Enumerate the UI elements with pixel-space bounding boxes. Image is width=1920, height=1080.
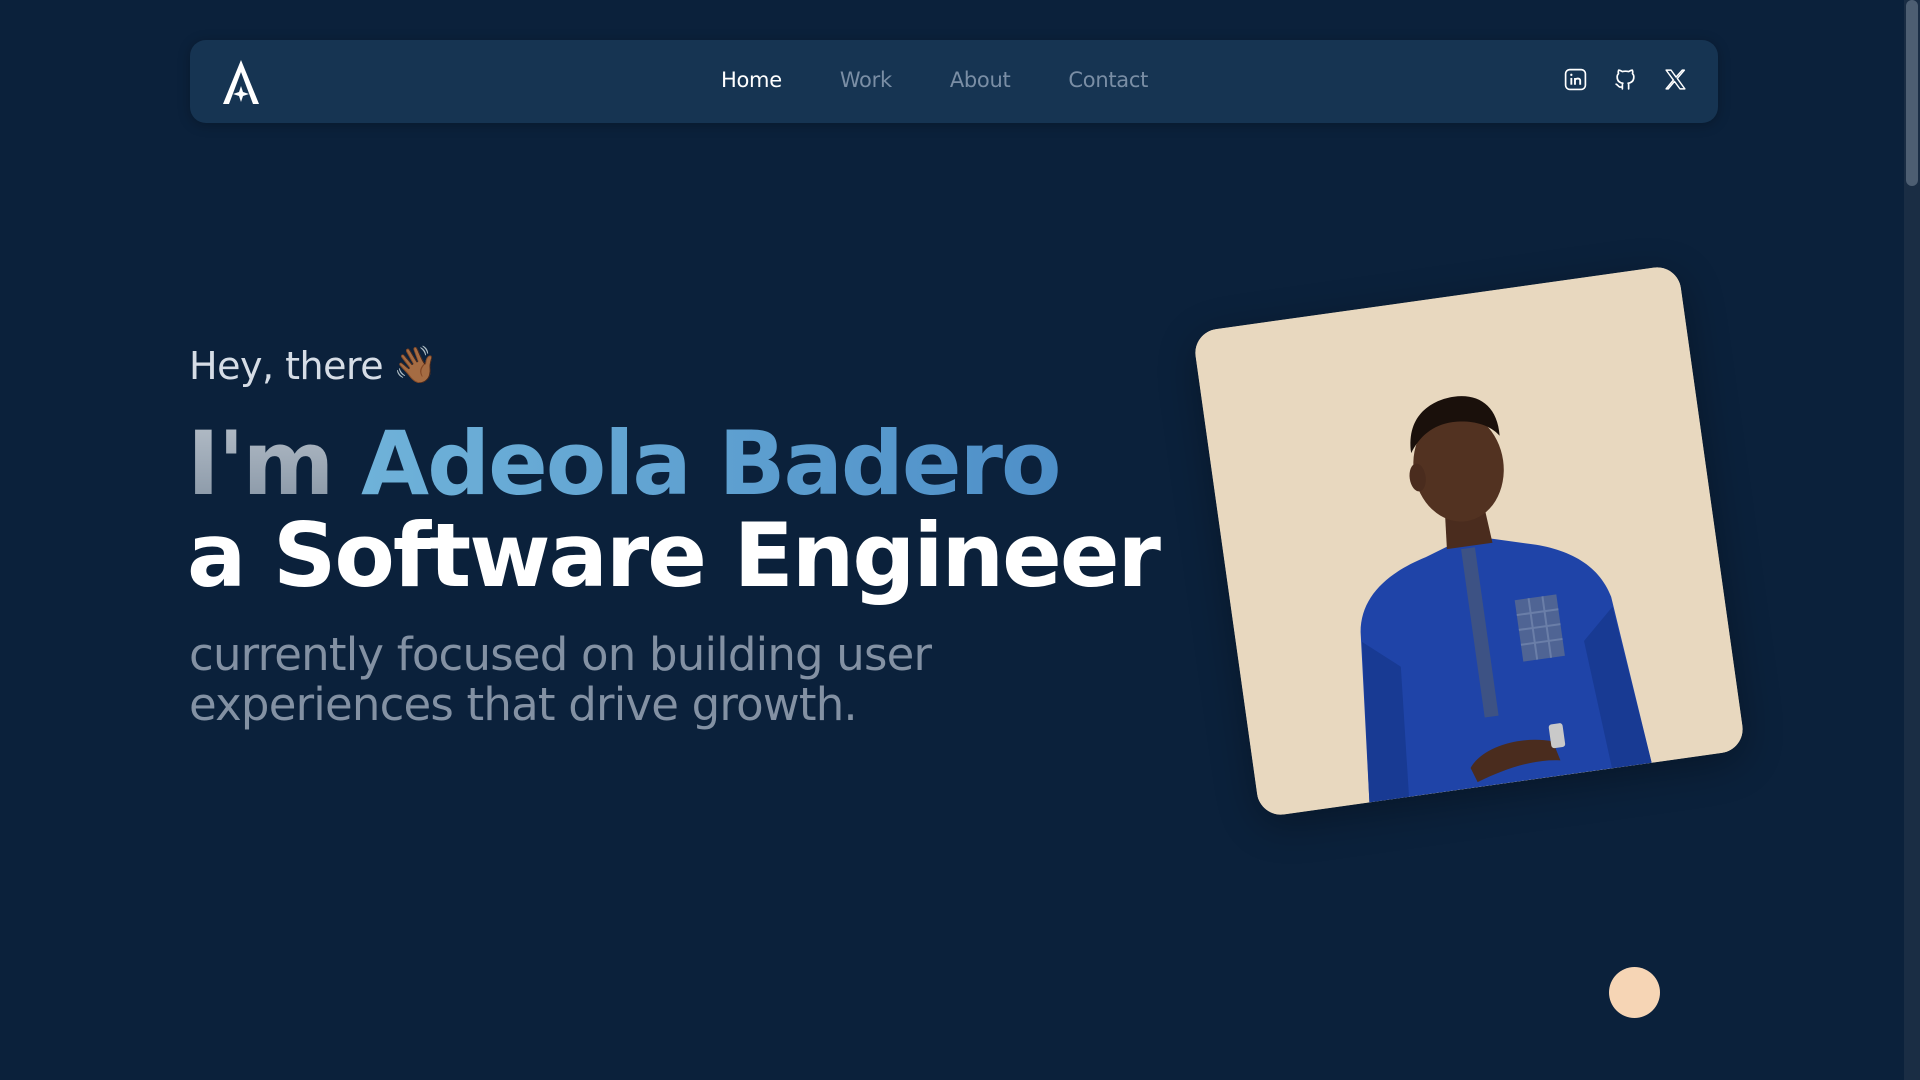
headline-im: I'm	[187, 412, 362, 515]
greeting: Hey, there 👋🏾	[189, 344, 438, 388]
headline-role: a Software Engineer	[187, 504, 1161, 607]
page: Home Work About Contact Hey, there 👋🏾 I'…	[0, 0, 1920, 1080]
hero-headline: I'm Adeola Badero a Software Engineer	[187, 418, 1161, 607]
github-icon[interactable]	[1613, 67, 1638, 92]
nav-links: Home Work About Contact	[692, 68, 1177, 92]
navbar: Home Work About Contact	[190, 40, 1718, 123]
floating-cursor-dot[interactable]	[1609, 967, 1660, 1018]
person-portrait-image	[1192, 264, 1746, 818]
headline-name: Adeola Badero	[361, 412, 1061, 515]
scrollbar[interactable]	[1904, 0, 1920, 1080]
x-icon[interactable]	[1663, 67, 1688, 92]
a-star-logo-icon[interactable]	[218, 58, 264, 106]
waving-hand-icon: 👋🏾	[393, 345, 438, 386]
hero-subtext: currently focused on building user exper…	[189, 628, 932, 731]
portrait-photo	[1192, 264, 1746, 818]
social-links	[1563, 67, 1688, 92]
nav-link-contact[interactable]: Contact	[1039, 68, 1177, 92]
scrollbar-thumb[interactable]	[1906, 0, 1918, 186]
greeting-text: Hey, there	[189, 344, 384, 388]
nav-link-work[interactable]: Work	[811, 68, 921, 92]
nav-link-about[interactable]: About	[921, 68, 1040, 92]
linkedin-icon[interactable]	[1563, 67, 1588, 92]
nav-link-home[interactable]: Home	[692, 68, 811, 92]
